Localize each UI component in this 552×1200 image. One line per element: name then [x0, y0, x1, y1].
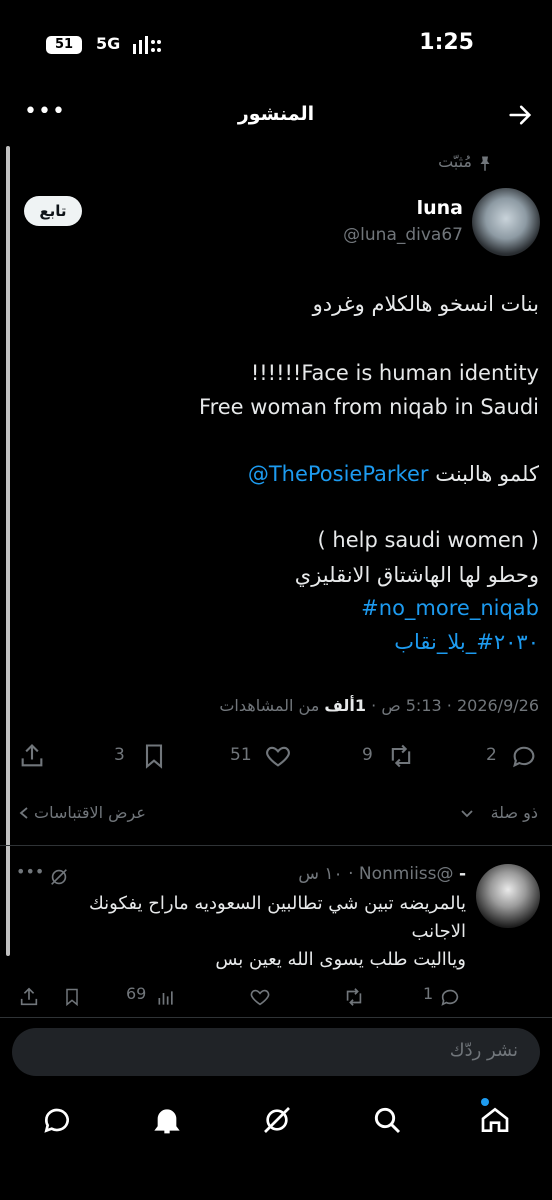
signal-icon — [133, 36, 161, 54]
post-meta: 2026/9/26 · 5:13 ص · 1ألف من المشاهدات — [219, 696, 539, 715]
pinned-label: مُثبّت — [438, 152, 472, 171]
grok-icon[interactable] — [261, 1104, 293, 1136]
notifications-icon[interactable] — [151, 1104, 183, 1136]
views-label: من المشاهدات — [219, 696, 320, 715]
divider — [0, 845, 552, 846]
bottom-nav — [0, 1098, 552, 1140]
reply-text-line: الاجانب — [411, 921, 466, 942]
divider — [0, 1017, 552, 1018]
reply-icon[interactable] — [438, 986, 462, 1008]
composer-placeholder: نشر ردّك — [449, 1040, 518, 1061]
reply-replies-count: 1 — [423, 984, 434, 1003]
mention-link[interactable]: @ThePosieParker — [248, 462, 429, 486]
post-text-line: !!!!!!Face is human identity — [250, 361, 539, 385]
bookmark-count: 3 — [114, 745, 125, 765]
hashtag-link[interactable]: #no_more_niqab — [361, 596, 539, 620]
status-bar: 51 5G 1:25 — [0, 0, 552, 90]
messages-icon[interactable] — [41, 1104, 73, 1136]
post-text-fragment: كلمو هالبنت — [435, 462, 539, 486]
repost-icon[interactable] — [342, 986, 366, 1008]
like-icon[interactable] — [264, 742, 292, 770]
home-icon[interactable] — [479, 1104, 511, 1136]
reply-views-count: 69 — [126, 984, 147, 1003]
share-icon[interactable] — [18, 742, 46, 770]
bookmark-icon[interactable] — [140, 742, 168, 770]
post-actions: 3 51 9 2 — [0, 740, 552, 774]
views-icon[interactable] — [156, 988, 176, 1008]
chevron-left-icon — [19, 807, 28, 819]
author-avatar[interactable] — [472, 188, 540, 256]
reply-avatar[interactable] — [476, 864, 540, 928]
clock: 1:25 — [419, 30, 474, 55]
arrow-right-icon[interactable] — [506, 101, 534, 129]
search-icon[interactable] — [371, 1104, 403, 1136]
post-text-line: وحطو لها الهاشتاق الانقليزي — [294, 563, 539, 587]
reply-header: - @Nonmiiss · ١٠ س — [298, 864, 466, 884]
post-time: 5:13 ص — [381, 696, 442, 715]
reply-count: 2 — [486, 745, 497, 765]
page-title: المنشور — [237, 103, 315, 125]
network-type: 5G — [96, 34, 121, 53]
reply-more-icon[interactable]: ••• — [16, 862, 44, 881]
post-text-line: بنات انسخو هالكلام وغردو — [312, 292, 539, 316]
grok-icon[interactable] — [48, 866, 70, 888]
post-text-line: @ThePosieParker كلمو هالبنت — [248, 462, 539, 486]
post-text-line: ( help saudi women ) — [317, 528, 539, 552]
post-date: 2026/9/26 — [456, 696, 539, 715]
share-icon[interactable] — [18, 986, 40, 1008]
view-count: 1ألف — [324, 696, 367, 715]
thread-line — [6, 146, 10, 956]
top-bar: ••• المنشور — [0, 95, 552, 137]
reply-composer[interactable]: نشر ردّك — [12, 1028, 540, 1076]
hashtag-link[interactable]: #۲۰۳۰_بلا_نقاب — [394, 630, 539, 654]
like-icon[interactable] — [248, 986, 272, 1008]
author-name[interactable]: luna — [417, 197, 463, 219]
repost-icon[interactable] — [386, 742, 416, 770]
follow-button[interactable]: تابع — [24, 196, 82, 226]
related-link[interactable]: ذو صلة — [491, 803, 538, 822]
like-count: 51 — [230, 745, 252, 765]
post-text-line: Free woman from niqab in Saudi — [199, 395, 539, 419]
author-handle[interactable]: @luna_diva67 — [343, 225, 463, 245]
reply-time: ١٠ س — [298, 864, 343, 884]
notification-dot — [481, 1098, 489, 1106]
reply-text-line: ويااليت طلب يسوى الله يعين بس — [215, 949, 466, 970]
reply-handle[interactable]: @Nonmiiss — [359, 864, 454, 884]
pin-icon — [480, 156, 490, 171]
reply-icon[interactable] — [510, 742, 538, 770]
reply-text-line: يالمريضه تبين شي تطالبين السعوديه ماراح … — [88, 893, 466, 914]
repost-count: 9 — [362, 745, 373, 765]
view-quotes-link[interactable]: عرض الاقتباسات — [34, 803, 146, 822]
chevron-down-icon — [461, 810, 473, 818]
reply-author-name[interactable]: - — [459, 864, 466, 884]
bookmark-icon[interactable] — [62, 986, 82, 1008]
battery-indicator: 51 — [46, 36, 82, 54]
